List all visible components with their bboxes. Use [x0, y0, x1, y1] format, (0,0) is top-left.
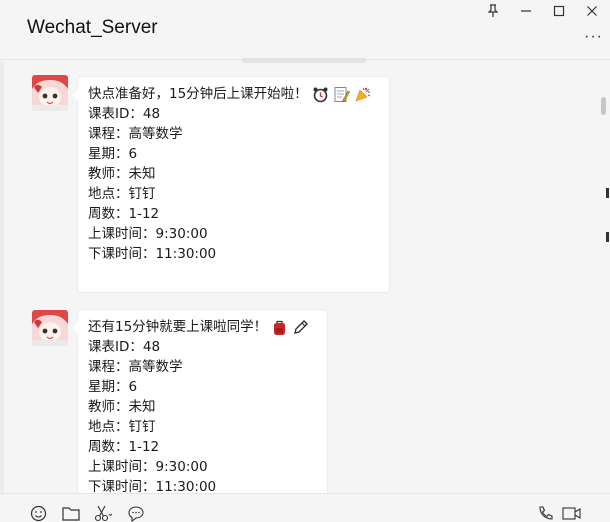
message-line: 星期：6	[88, 379, 138, 395]
avatar[interactable]	[32, 310, 68, 346]
emoji-icon[interactable]	[28, 504, 48, 522]
input-toolbar	[0, 493, 610, 522]
message-line: 下课时间：11:30:00	[88, 479, 217, 493]
message-line: 下课时间：11:30:00	[88, 246, 217, 262]
message-line: 课表ID：48	[88, 106, 161, 122]
chat-title: Wechat_Server	[27, 17, 158, 38]
video-call-icon[interactable]	[562, 504, 582, 522]
pin-icon[interactable]	[483, 2, 503, 20]
pencil-icon	[292, 319, 309, 336]
message-line: 上课时间：9:30:00	[88, 226, 208, 242]
alarm-clock-icon	[312, 86, 329, 103]
minimize-icon[interactable]	[516, 2, 536, 20]
close-icon[interactable]	[582, 2, 602, 20]
phone-icon[interactable]	[535, 504, 555, 522]
folder-icon[interactable]	[61, 504, 81, 522]
backpack-icon	[271, 319, 288, 336]
chat-history-icon[interactable]	[126, 504, 146, 522]
edge-marker	[606, 232, 609, 242]
message-line: 周数：1-12	[88, 206, 160, 222]
message-line: 快点准备好，15分钟后上课开始啦！	[88, 84, 379, 104]
message-line: 课表ID：48	[88, 339, 161, 355]
message-line: 周数：1-12	[88, 439, 160, 455]
message-bubble[interactable]: 快点准备好，15分钟后上课开始啦！ 课表ID：48 课程：高等数学 星期：6 教…	[72, 76, 390, 293]
message-line: 课程：高等数学	[88, 126, 183, 142]
scrollbar[interactable]	[598, 61, 610, 493]
message-bubble[interactable]: 还有15分钟就要上课啦同学！ 课表ID：48 课程：高等数学 星期：6 教师：未…	[72, 309, 328, 493]
message-line: 课程：高等数学	[88, 359, 183, 375]
edge-marker	[606, 188, 609, 198]
party-popper-icon	[354, 86, 371, 103]
message-line: 教师：未知	[88, 399, 156, 415]
message-line: 地点：钉钉	[88, 186, 156, 202]
title-bar: Wechat_Server ···	[0, 0, 610, 60]
left-edge	[0, 61, 4, 493]
memo-icon	[333, 86, 350, 103]
maximize-icon[interactable]	[549, 2, 569, 20]
message-line: 地点：钉钉	[88, 419, 156, 435]
message-list: 快点准备好，15分钟后上课开始啦！ 课表ID：48 课程：高等数学 星期：6 教…	[0, 61, 610, 493]
avatar[interactable]	[32, 75, 68, 111]
message-line: 还有15分钟就要上课啦同学！	[88, 317, 317, 337]
more-options-button[interactable]: ···	[584, 28, 603, 46]
message-line: 上课时间：9:30:00	[88, 459, 208, 475]
message-line: 星期：6	[88, 146, 138, 162]
scissors-icon[interactable]	[93, 504, 113, 522]
scrollbar-thumb[interactable]	[601, 97, 606, 115]
message-line: 教师：未知	[88, 166, 156, 182]
